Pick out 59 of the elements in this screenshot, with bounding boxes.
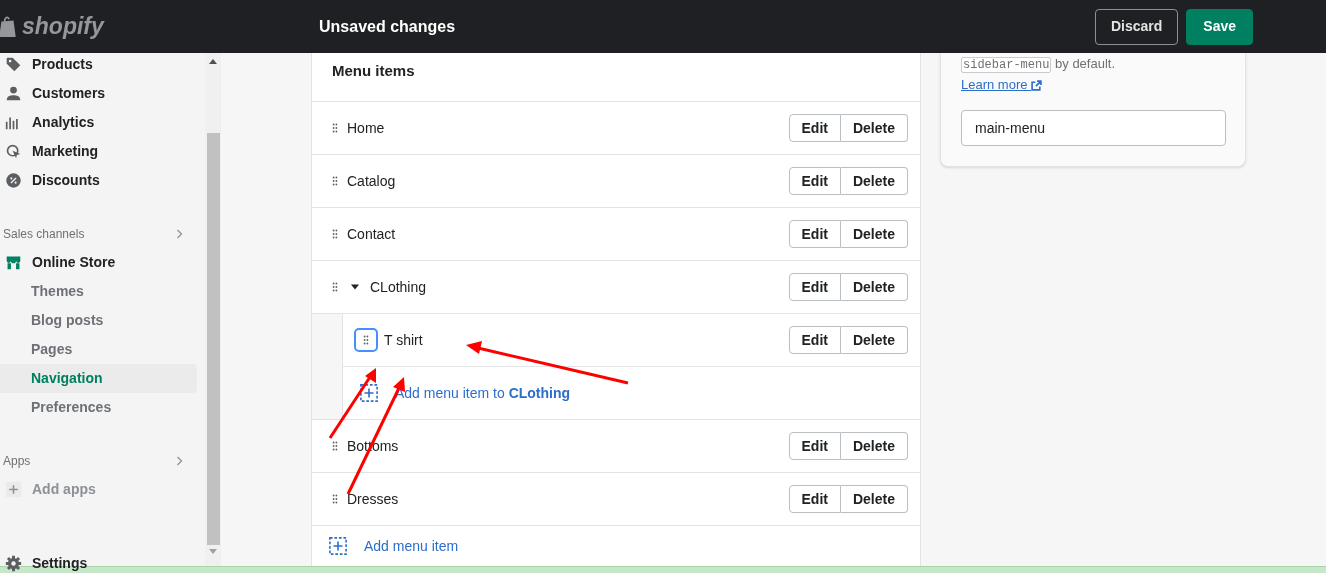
page-title: Unsaved changes [319, 16, 456, 37]
menu-item-label: Catalog [347, 171, 396, 191]
handle-field[interactable]: main-menu [961, 110, 1226, 146]
scroll-down-icon[interactable] [209, 549, 217, 554]
edit-button[interactable]: Edit [788, 114, 841, 142]
sidebar-item[interactable]: Online Store [0, 248, 197, 277]
person-icon [5, 85, 22, 102]
logo-text: shopify [22, 12, 104, 42]
drag-handle-icon[interactable] [354, 328, 378, 352]
sidebar-item[interactable]: Discounts [0, 166, 197, 195]
add-menu-item-link[interactable]: Add menu item [364, 535, 459, 557]
sidebar-item[interactable]: Customers [0, 79, 197, 108]
discount-icon [5, 172, 22, 189]
sidebar-item[interactable]: Navigation [0, 364, 197, 393]
learn-more-link[interactable]: Learn more [961, 77, 1043, 92]
menu-item-label: Home [347, 118, 385, 138]
sidebar-item[interactable]: Analytics [0, 108, 197, 137]
discard-button[interactable]: Discard [1094, 8, 1179, 45]
add-icon [360, 384, 378, 402]
sidebar-item[interactable]: Blog posts [0, 306, 197, 335]
plus-icon [5, 481, 22, 498]
delete-button[interactable]: Delete [840, 167, 908, 195]
delete-button[interactable]: Delete [840, 220, 908, 248]
target-icon [5, 143, 22, 160]
edit-button[interactable]: Edit [788, 273, 841, 301]
menu-item-label: T shirt [384, 330, 423, 350]
menu-item-label: Dresses [347, 489, 399, 509]
scrollbar-thumb[interactable] [206, 133, 220, 545]
sidebar-item[interactable]: Marketing [0, 137, 197, 166]
section-heading: Sales channels [3, 226, 85, 243]
section-heading: Apps [3, 453, 31, 470]
description-text: by default. [1055, 56, 1116, 71]
card-title: Menu items [332, 60, 415, 81]
sidebar-item[interactable]: Preferences [0, 393, 197, 422]
tag-icon [5, 56, 22, 73]
delete-button[interactable]: Delete [840, 273, 908, 301]
chevron-right-icon [175, 227, 185, 241]
code-label: sidebar-menu [961, 57, 1052, 73]
scroll-up-icon[interactable] [209, 59, 217, 64]
edit-button[interactable]: Edit [788, 432, 841, 460]
sidebar-item[interactable]: Products [0, 50, 197, 79]
menu-item-label: CLothing [370, 277, 427, 297]
sidebar-item[interactable]: Pages [0, 335, 197, 364]
save-button[interactable]: Save [1186, 8, 1253, 45]
delete-button[interactable]: Delete [840, 326, 908, 354]
edit-button[interactable]: Edit [788, 220, 841, 248]
chevron-right-icon [175, 454, 185, 468]
sidebar-item[interactable]: Themes [0, 277, 197, 306]
edit-button[interactable]: Edit [788, 167, 841, 195]
edit-button[interactable]: Edit [788, 326, 841, 354]
storefront-icon [5, 254, 22, 271]
menu-item-label: Contact [347, 224, 396, 244]
delete-button[interactable]: Delete [840, 114, 908, 142]
caret-down-icon[interactable] [350, 282, 360, 292]
delete-button[interactable]: Delete [840, 485, 908, 513]
add-icon [329, 537, 347, 555]
external-link-icon [1031, 80, 1043, 92]
delete-button[interactable]: Delete [840, 432, 908, 460]
edit-button[interactable]: Edit [788, 485, 841, 513]
